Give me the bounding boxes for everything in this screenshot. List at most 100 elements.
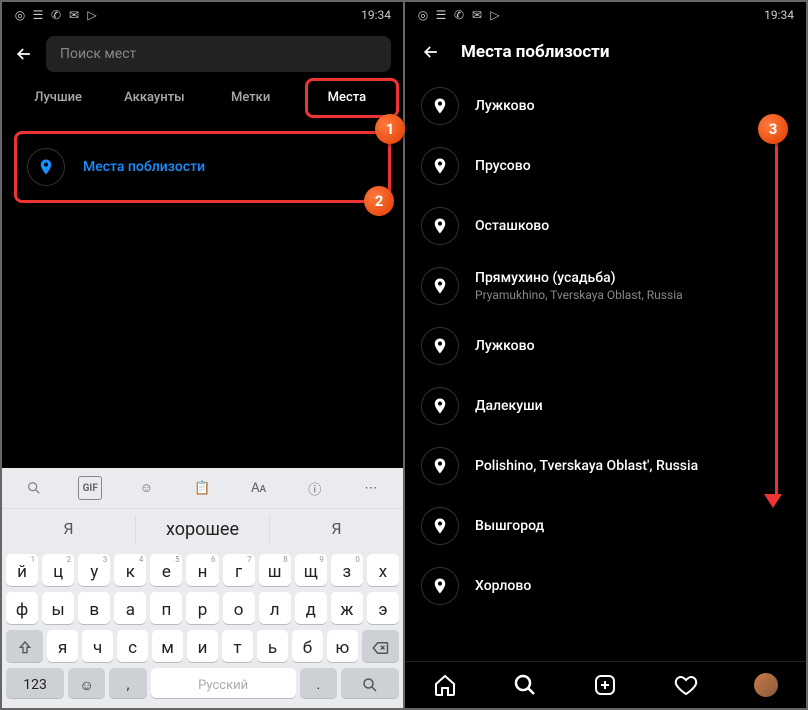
location-pin-icon	[27, 148, 65, 186]
status-bar: ◎ ☰ ✆ ✉ ▷ 19:34	[2, 2, 403, 28]
kb-suggestion-2[interactable]: хорошее	[136, 515, 270, 544]
place-item[interactable]: Осташково	[421, 196, 790, 256]
kb-suggestion-3[interactable]: Я	[270, 515, 403, 544]
key-й[interactable]: й1	[6, 554, 38, 586]
tab-tags[interactable]: Метки	[203, 80, 299, 115]
key-search[interactable]	[341, 668, 399, 698]
place-item[interactable]: Далекуши	[421, 376, 790, 436]
kb-translate-icon[interactable]: 🗛	[247, 476, 271, 500]
nav-home[interactable]	[432, 672, 458, 698]
key-backspace[interactable]	[362, 630, 399, 662]
key-space[interactable]: Русский	[151, 668, 296, 698]
search-tabs: Лучшие Аккаунты Метки Места 1	[2, 80, 403, 115]
key-comma[interactable]: ,	[109, 668, 146, 698]
key-и[interactable]: и	[187, 630, 218, 662]
location-pin-icon	[421, 567, 459, 605]
location-pin-icon	[421, 327, 459, 365]
nav-search[interactable]	[512, 672, 538, 698]
kb-gif-icon[interactable]: GIF	[78, 476, 102, 500]
place-name: Осташково	[475, 218, 549, 234]
place-item[interactable]: Прусово	[421, 136, 790, 196]
place-item[interactable]: Вышгород	[421, 496, 790, 556]
key-г[interactable]: г7	[223, 554, 255, 586]
location-pin-icon	[421, 507, 459, 545]
key-я[interactable]: я	[47, 630, 78, 662]
key-б[interactable]: б	[292, 630, 323, 662]
nav-activity[interactable]	[673, 672, 699, 698]
key-п[interactable]: п	[150, 592, 182, 624]
key-ю[interactable]: ю	[327, 630, 358, 662]
key-у[interactable]: у3	[78, 554, 110, 586]
annotation-1: 1	[375, 114, 405, 144]
key-ы[interactable]: ы	[42, 592, 74, 624]
place-name: Прямухино (усадьба)	[475, 270, 683, 286]
place-item[interactable]: Лужково	[421, 76, 790, 136]
key-period[interactable]: .	[300, 668, 337, 698]
key-э[interactable]: э	[367, 592, 399, 624]
place-item[interactable]: Polishino, Tverskaya Oblast', Russia	[421, 436, 790, 496]
key-е[interactable]: е5	[150, 554, 182, 586]
key-ф[interactable]: ф	[6, 592, 38, 624]
key-р[interactable]: р	[186, 592, 218, 624]
key-shift[interactable]	[6, 630, 43, 662]
app-icon: ☰	[435, 9, 447, 21]
key-о[interactable]: о	[223, 592, 255, 624]
kb-more-icon[interactable]: ⋯	[359, 476, 383, 500]
key-ц[interactable]: ц2	[42, 554, 74, 586]
place-item[interactable]: Лужково	[421, 316, 790, 376]
tab-places[interactable]: Места	[299, 80, 395, 115]
tab-accounts[interactable]: Аккаунты	[106, 80, 202, 115]
tab-top[interactable]: Лучшие	[10, 80, 106, 115]
nearby-places-label: Места поблизости	[83, 159, 205, 175]
key-ь[interactable]: ь	[257, 630, 288, 662]
nearby-places-button[interactable]: Места поблизости 2	[14, 131, 391, 203]
key-ч[interactable]: ч	[82, 630, 113, 662]
play-icon: ▷	[489, 9, 501, 21]
key-щ[interactable]: щ9	[295, 554, 327, 586]
key-м[interactable]: м	[152, 630, 183, 662]
key-х[interactable]: х	[367, 554, 399, 586]
search-input[interactable]: Поиск мест	[46, 36, 391, 72]
place-list[interactable]: Лужково Прусово Осташково Прямухино (усадьб…	[405, 76, 806, 661]
location-pin-icon	[421, 207, 459, 245]
page-title: Места поблизости	[461, 42, 609, 62]
play-icon: ▷	[86, 9, 98, 21]
key-в[interactable]: в	[78, 592, 110, 624]
place-name: Прусово	[475, 158, 531, 174]
kb-suggestion-1[interactable]: Я	[2, 515, 136, 544]
key-ж[interactable]: ж	[331, 592, 363, 624]
kb-info-icon[interactable]: ⓘ	[303, 476, 327, 500]
location-pin-icon	[421, 387, 459, 425]
kb-sticker-icon[interactable]: ☺	[134, 476, 158, 500]
place-name: Вышгород	[475, 518, 544, 534]
nav-add[interactable]	[592, 672, 618, 698]
key-т[interactable]: т	[222, 630, 253, 662]
key-н[interactable]: н6	[186, 554, 218, 586]
location-pin-icon	[421, 147, 459, 185]
key-л[interactable]: л	[259, 592, 291, 624]
kb-search-icon[interactable]	[22, 476, 46, 500]
key-numbers[interactable]: 123	[6, 668, 64, 698]
key-д[interactable]: д	[295, 592, 327, 624]
place-name: Хорлово	[475, 578, 531, 594]
back-button[interactable]	[14, 44, 34, 64]
key-а[interactable]: а	[114, 592, 146, 624]
phone-left: ◎ ☰ ✆ ✉ ▷ 19:34 Поиск мест Лучшие Аккаун…	[2, 2, 403, 708]
key-к[interactable]: к4	[114, 554, 146, 586]
status-time: 19:34	[764, 8, 794, 22]
viber-icon-2: ✉	[68, 9, 80, 21]
annotation-3: 3	[758, 114, 788, 144]
key-emoji[interactable]: ☺	[68, 668, 105, 698]
keyboard: GIF ☺ 📋 🗛 ⓘ ⋯ Я хорошее Я й1ц2у3к4е5н6г7…	[2, 468, 403, 708]
place-item[interactable]: Хорлово	[421, 556, 790, 616]
kb-clipboard-icon[interactable]: 📋	[190, 476, 214, 500]
key-с[interactable]: с	[117, 630, 148, 662]
bottom-nav	[405, 661, 806, 708]
avatar-icon	[754, 673, 778, 697]
place-item[interactable]: Прямухино (усадьба)Pryamukhino, Tverskay…	[421, 256, 790, 316]
back-button[interactable]	[421, 42, 441, 62]
nav-profile[interactable]	[753, 672, 779, 698]
location-pin-icon	[421, 87, 459, 125]
key-з[interactable]: з0	[331, 554, 363, 586]
key-ш[interactable]: ш8	[259, 554, 291, 586]
